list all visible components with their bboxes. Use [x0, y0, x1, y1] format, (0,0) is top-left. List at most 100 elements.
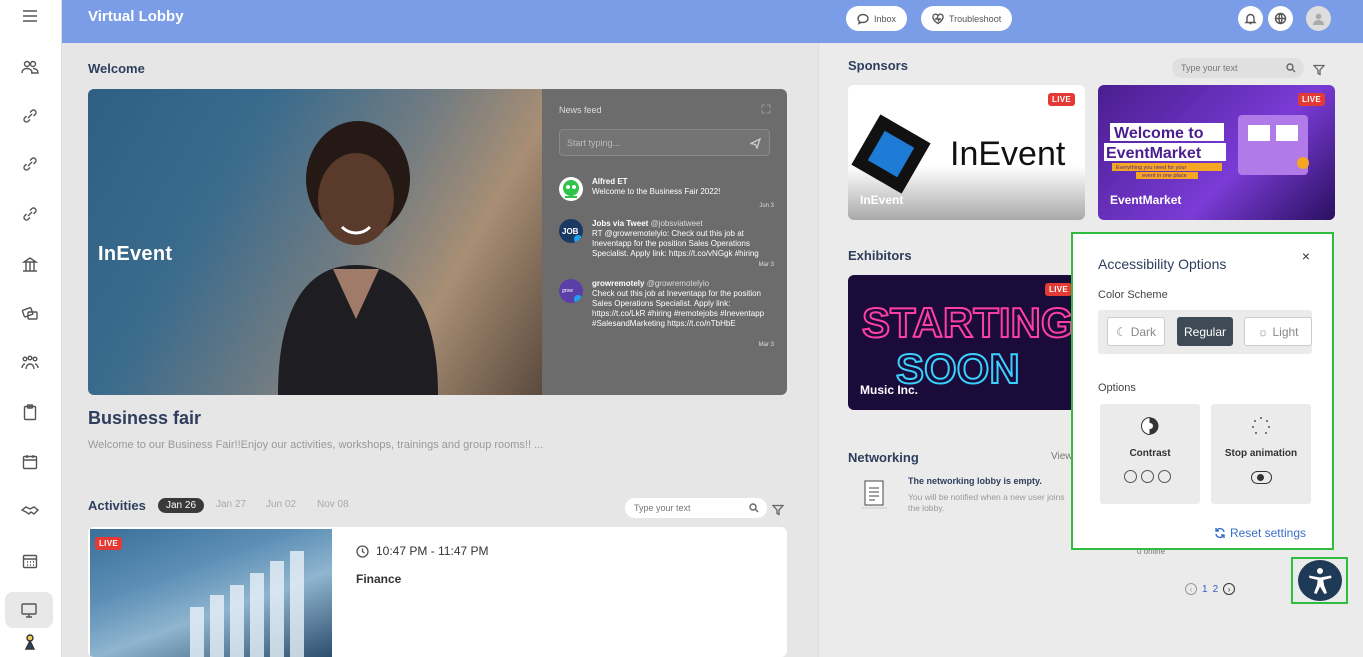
welcome-title: Welcome	[88, 61, 145, 76]
options-label: Options	[1098, 382, 1136, 394]
alien-icon	[559, 177, 583, 201]
contrast-level[interactable]	[1124, 470, 1137, 483]
networking-view-link[interactable]: View	[1051, 451, 1073, 462]
tickets-icon[interactable]	[14, 297, 46, 329]
activity-card[interactable]: LIVE 10:47 PM - 11:47 PM Finance	[88, 527, 787, 657]
feed-input[interactable]: Start typing...	[559, 129, 770, 156]
sidebar	[0, 0, 62, 657]
search-icon	[749, 503, 759, 513]
loading-dots-icon	[1252, 417, 1270, 434]
avatar[interactable]	[1306, 6, 1331, 31]
link-icon[interactable]	[14, 148, 46, 180]
hero-banner: InEvent News feed Start typing... Alfred…	[88, 89, 787, 395]
svg-text:STARTING: STARTING	[862, 299, 1074, 346]
feed-text: Welcome to the Business Fair 2022!	[592, 187, 721, 196]
language-icon[interactable]	[1268, 6, 1293, 31]
link-icon[interactable]	[14, 100, 46, 132]
activities-search-input[interactable]: Type your text	[625, 498, 767, 518]
filter-icon[interactable]	[1312, 63, 1326, 76]
heartbeat-icon	[932, 13, 944, 24]
sponsor-name: EventMarket	[1110, 193, 1182, 207]
filter-icon[interactable]	[771, 503, 785, 516]
group-icon[interactable]	[14, 347, 46, 379]
businesswoman-photo	[278, 121, 438, 395]
svg-text:Everything you need for your: Everything you need for your	[1116, 165, 1186, 171]
sponsors-title: Sponsors	[848, 58, 908, 73]
schedule-icon[interactable]	[14, 545, 46, 577]
finance-chart-photo	[190, 551, 304, 657]
accessibility-toggle-button[interactable]	[1291, 557, 1348, 604]
accessibility-icon	[1298, 560, 1342, 601]
color-scheme-selector: ☾ Dark Regular ☼ Light	[1098, 310, 1312, 354]
pagination: ‹ 1 2 ›	[1185, 583, 1236, 595]
date-tab[interactable]: Jan 27	[216, 499, 246, 510]
event-title: Business fair	[88, 408, 202, 428]
activity-name: Finance	[356, 572, 402, 586]
troubleshoot-button[interactable]: Troubleshoot	[921, 6, 1013, 31]
sponsor-card-inevent[interactable]: InEvent LIVE InEvent	[848, 85, 1085, 220]
prev-page-icon[interactable]: ‹	[1185, 583, 1197, 595]
contrast-level[interactable]	[1141, 470, 1154, 483]
date-tab[interactable]: Jun 02	[266, 499, 296, 510]
contrast-option[interactable]: Contrast	[1100, 404, 1200, 504]
regular-scheme-button[interactable]: Regular	[1177, 317, 1233, 346]
accessibility-panel: Accessibility Options × Color Scheme ☾ D…	[1071, 232, 1334, 550]
date-tab[interactable]: Nov 08	[317, 499, 349, 510]
feed-item: JOB Jobs via Tweet @jobsviatweet RT @gro…	[559, 219, 774, 271]
page-number[interactable]: 1	[1202, 584, 1208, 595]
activities-title: Activities	[88, 498, 146, 513]
exhibitors-title: Exhibitors	[848, 248, 912, 263]
monitor-icon[interactable]	[5, 592, 53, 628]
networking-empty-subtitle: You will be notified when a new user joi…	[908, 492, 1065, 513]
inbox-button[interactable]: Inbox	[846, 6, 908, 31]
troubleshoot-label: Troubleshoot	[949, 13, 1002, 24]
inevent-logo-text: InEvent	[950, 135, 1066, 173]
feed-author: growremotely @growremotelyio	[592, 279, 710, 288]
sponsors-search-input[interactable]: Type your text	[1172, 58, 1304, 78]
news-feed: News feed Start typing... Alfred ET Welc…	[542, 89, 787, 395]
feed-text: RT @growremotelyio: Check out this job a…	[592, 229, 759, 258]
stop-animation-toggle[interactable]	[1251, 471, 1272, 484]
feed-author: Jobs via Tweet @jobsviatweet	[592, 219, 703, 228]
contrast-level[interactable]	[1158, 470, 1171, 483]
close-icon[interactable]: ×	[1302, 248, 1310, 264]
exhibitor-card[interactable]: STARTING SOON LIVE Music Inc.	[848, 275, 1076, 410]
stop-animation-option[interactable]: Stop animation	[1211, 404, 1311, 504]
grow-icon: grow	[559, 279, 583, 303]
contrast-icon	[1141, 416, 1159, 436]
expand-icon[interactable]	[761, 104, 771, 114]
live-badge: LIVE	[1298, 93, 1325, 106]
svg-text:Welcome to: Welcome to	[1114, 125, 1204, 142]
sponsor-card-eventmarket[interactable]: Welcome to EventMarket Everything you ne…	[1098, 85, 1335, 220]
regular-scheme-label: Regular	[1183, 324, 1227, 339]
live-badge: LIVE	[1045, 283, 1072, 296]
search-placeholder: Type your text	[634, 503, 691, 513]
clipboard-icon[interactable]	[14, 396, 46, 428]
feed-date: Jun 3	[759, 203, 774, 209]
handshake-icon[interactable]	[14, 495, 46, 527]
svg-text:EventMarket: EventMarket	[1106, 145, 1202, 162]
activity-time: 10:47 PM - 11:47 PM	[356, 544, 489, 558]
calendar-icon[interactable]	[14, 446, 46, 478]
next-page-icon[interactable]: ›	[1223, 583, 1236, 595]
menu-icon[interactable]	[14, 0, 46, 32]
link-icon[interactable]	[14, 198, 46, 230]
building-icon[interactable]	[14, 248, 46, 280]
feed-author: Alfred ET	[592, 177, 628, 186]
date-tab[interactable]: Jan 26	[158, 498, 205, 513]
bell-icon[interactable]	[1238, 6, 1263, 31]
search-icon	[1286, 63, 1296, 73]
sun-icon: ☼	[1257, 324, 1269, 339]
dark-scheme-button[interactable]: ☾ Dark	[1107, 317, 1165, 346]
page-number[interactable]: 2	[1213, 584, 1219, 595]
job-icon: JOB	[559, 219, 583, 243]
live-badge: LIVE	[1048, 93, 1075, 106]
send-icon[interactable]	[750, 138, 761, 149]
people-icon[interactable]	[14, 52, 46, 84]
color-scheme-label: Color Scheme	[1098, 289, 1168, 301]
mascot-icon[interactable]	[14, 626, 46, 657]
light-scheme-button[interactable]: ☼ Light	[1244, 317, 1312, 346]
feed-title: News feed	[559, 105, 602, 115]
networking-title: Networking	[848, 450, 919, 465]
reset-settings-button[interactable]: Reset settings	[1214, 526, 1306, 540]
